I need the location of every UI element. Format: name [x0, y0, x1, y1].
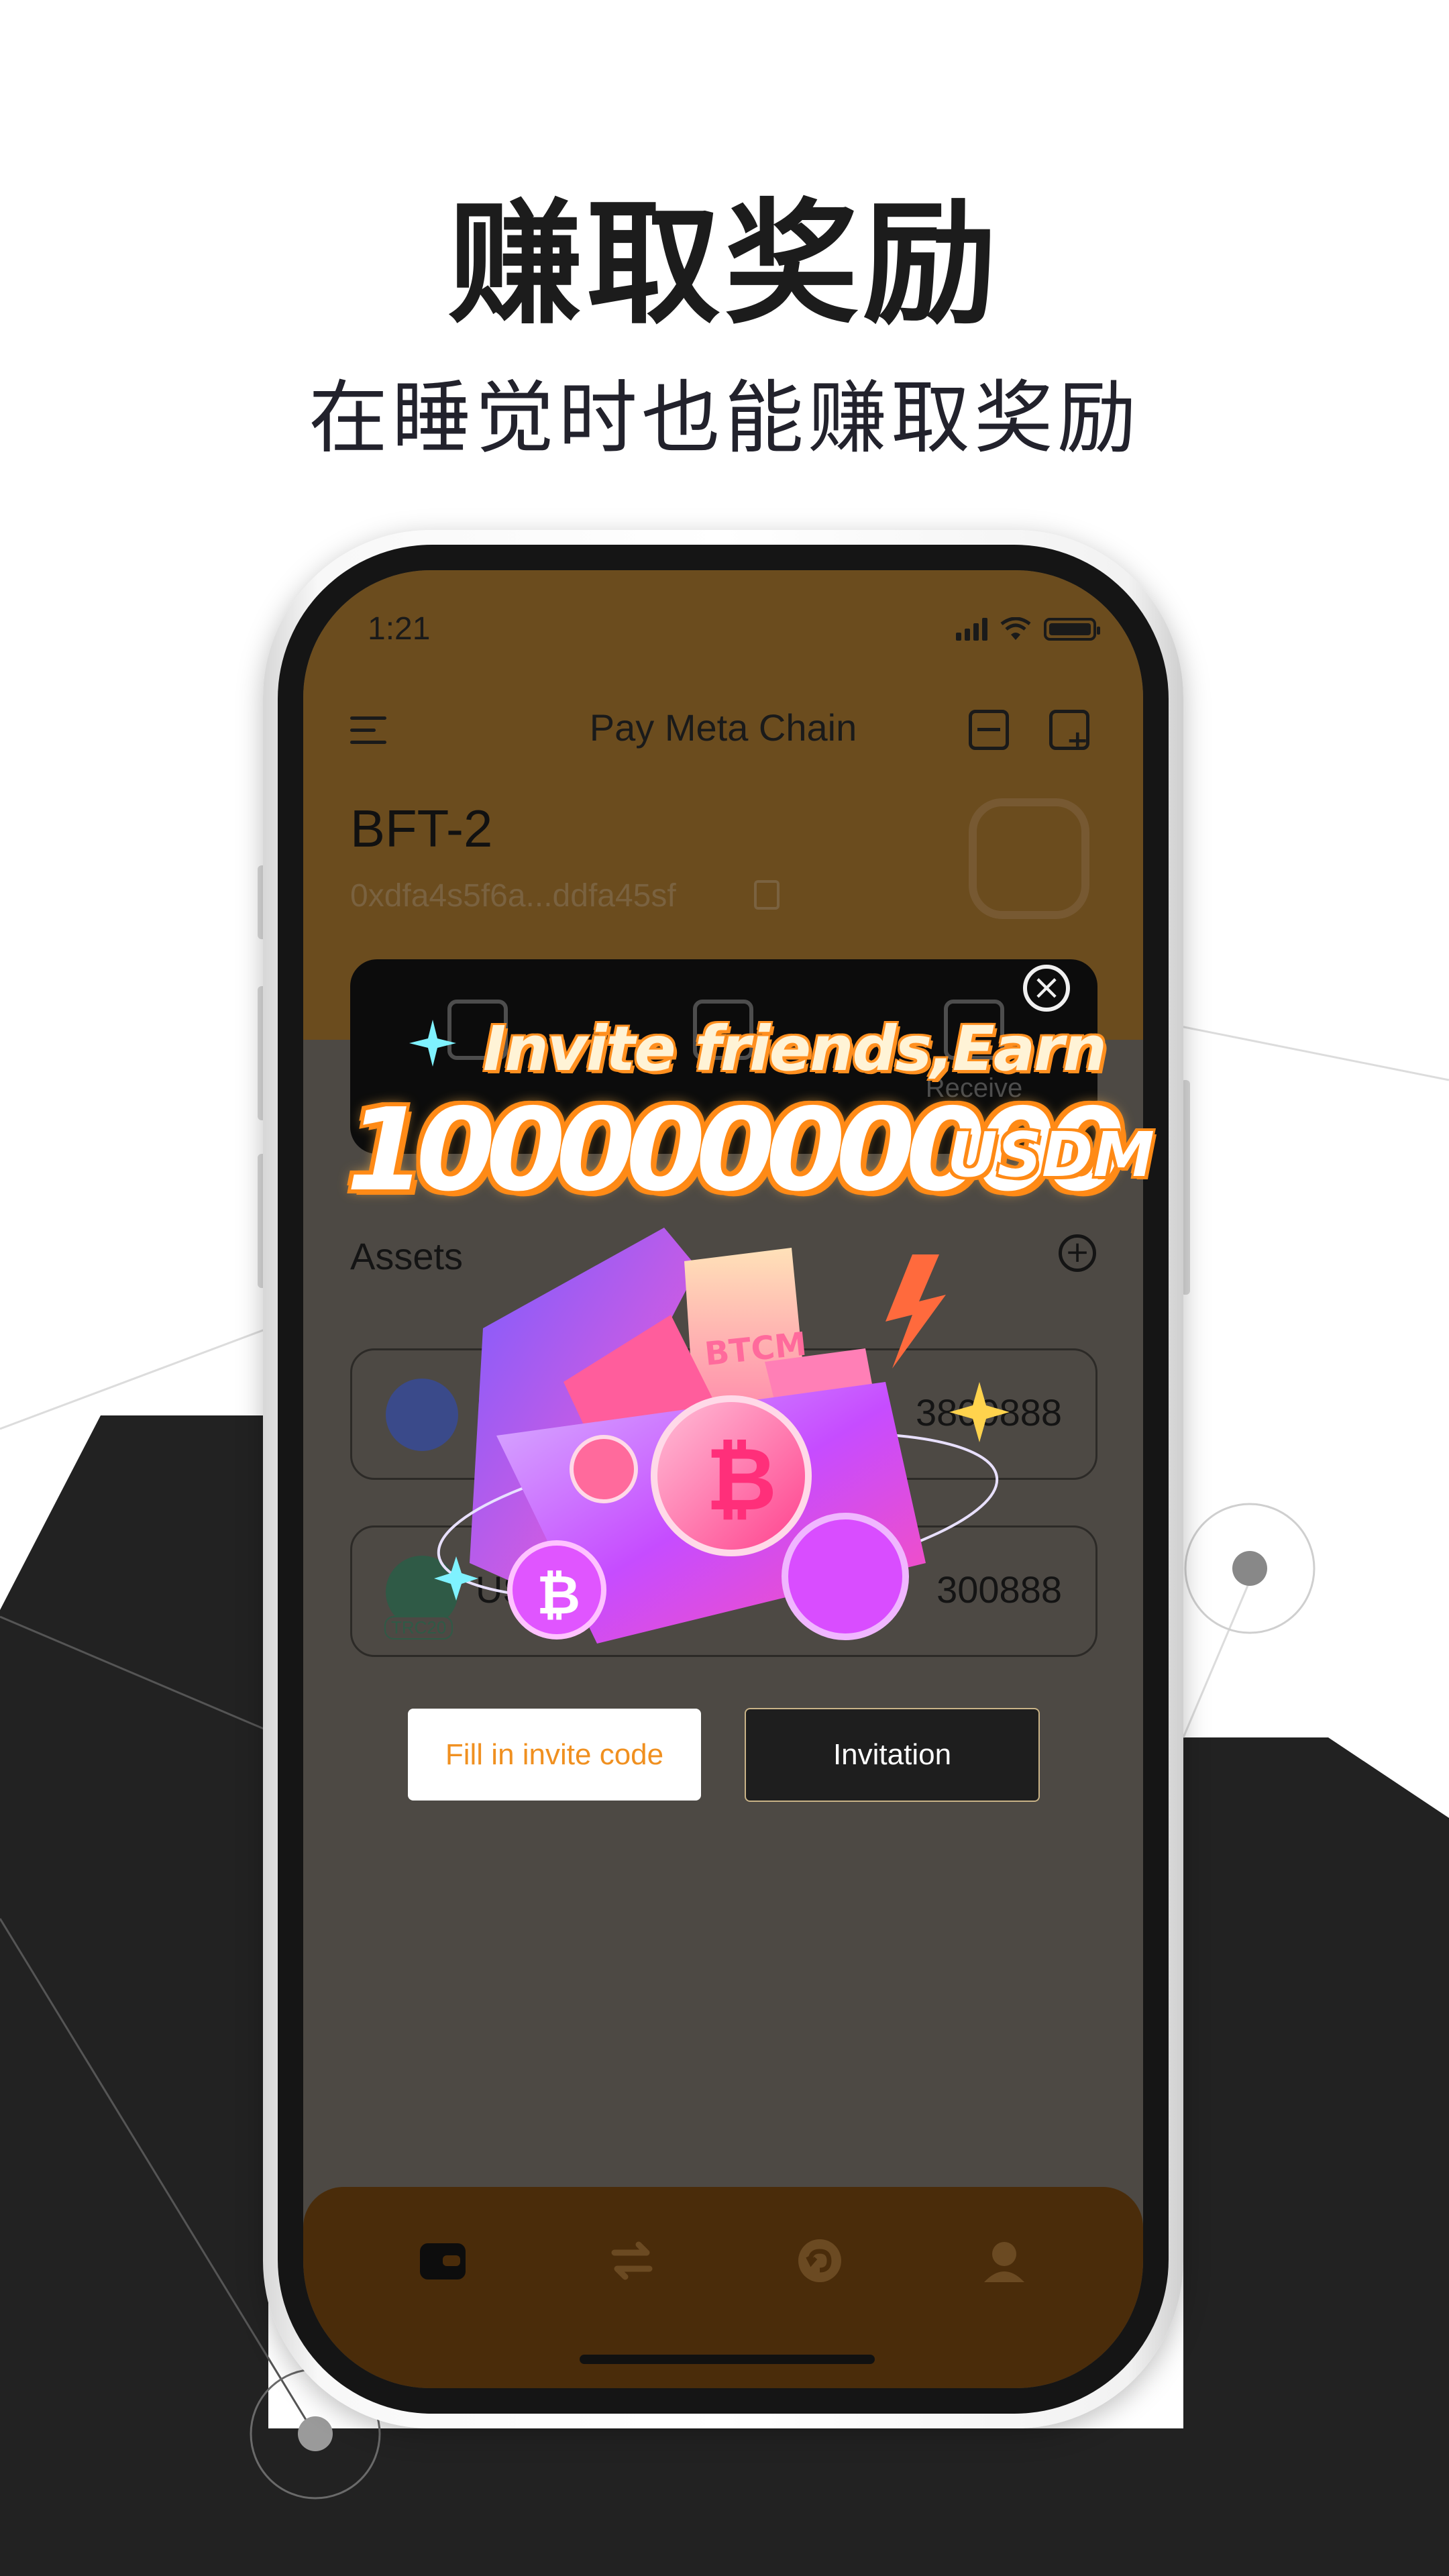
wallet-icon[interactable] — [416, 2234, 470, 2288]
invitation-button[interactable]: Invitation — [745, 1708, 1040, 1802]
svg-text:₿: ₿ — [706, 1428, 777, 1530]
page-subtitle: 在睡觉时也能赚取奖励 — [308, 372, 1140, 464]
tab-bar — [303, 2187, 1143, 2388]
copy-icon[interactable] — [754, 880, 780, 910]
wallet-address: 0xdfa4s5f6a...ddfa45sf — [350, 878, 676, 914]
promo-unit: USDM — [947, 1119, 1155, 1191]
swap-icon[interactable] — [605, 2234, 659, 2288]
profile-icon[interactable] — [977, 2234, 1031, 2288]
wallet-name: BFT-2 — [350, 799, 493, 858]
add-wallet-icon[interactable] — [1049, 710, 1089, 756]
home-indicator — [580, 2355, 875, 2364]
nav-bar: Pay Meta Chain — [303, 691, 1143, 765]
status-time: 1:21 — [368, 611, 431, 647]
scan-icon[interactable] — [969, 710, 1009, 750]
battery-icon — [1044, 618, 1100, 641]
wallet-logo-icon — [969, 798, 1089, 919]
status-icons — [956, 617, 1100, 641]
svg-text:₿: ₿ — [537, 1564, 580, 1626]
add-asset-icon[interactable]: + — [1059, 1234, 1096, 1272]
app-title: Pay Meta Chain — [589, 706, 857, 749]
promo-headline: Invite friends,Earn — [483, 1013, 1107, 1085]
gift-box-illustration: BTCM ₿ ₿ — [434, 1228, 1010, 1644]
page-title: 赚取奖励 — [447, 186, 1001, 343]
signal-icon — [956, 618, 987, 641]
history-icon[interactable] — [793, 2234, 847, 2288]
wifi-icon — [1000, 617, 1031, 640]
close-icon[interactable]: × — [1023, 965, 1070, 1012]
fill-invite-code-button[interactable]: Fill in invite code — [408, 1709, 701, 1801]
sparkle-icon — [409, 1020, 456, 1067]
status-bar: 1:21 — [303, 610, 1143, 657]
